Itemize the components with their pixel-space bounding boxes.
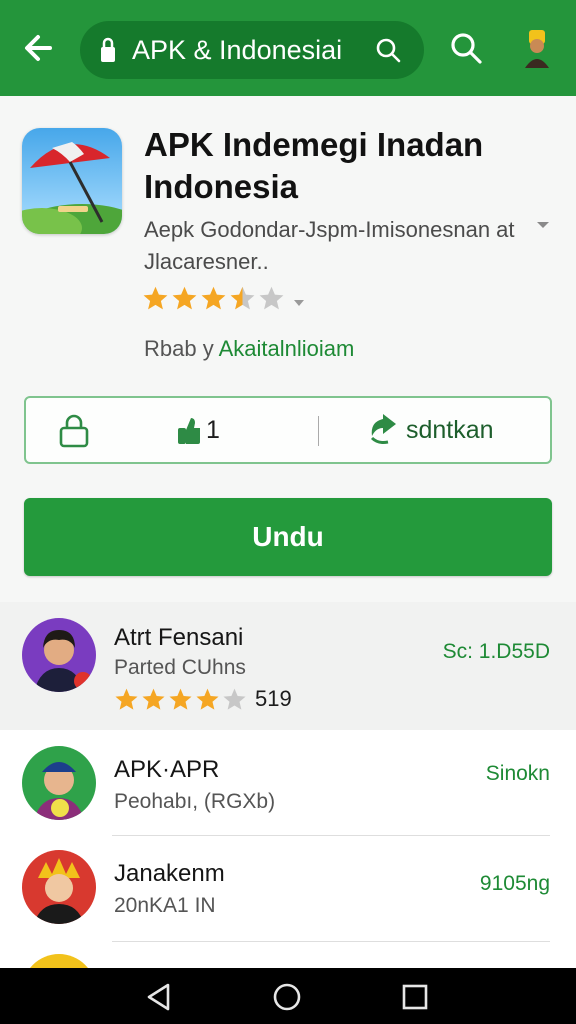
- star-icon: [171, 285, 198, 312]
- share-icon[interactable]: [366, 412, 400, 446]
- person-avatar-icon: [34, 630, 92, 692]
- lock-icon: [101, 37, 115, 62]
- search-bar[interactable]: APK & Indonesiai: [80, 21, 424, 79]
- item-title: Janakenm: [114, 860, 225, 887]
- avatar-icon[interactable]: [520, 28, 554, 70]
- item-meta: Sinokn: [485, 762, 550, 785]
- arrow-left-icon: [25, 35, 52, 61]
- search-icon[interactable]: [374, 36, 402, 64]
- developer-name[interactable]: Aepk Godondar-Jspm-Imisonesnan at Jlacar…: [144, 214, 534, 278]
- item-subtitle: 20nKA1 IN: [114, 894, 216, 917]
- star-icon: [258, 285, 285, 312]
- nav-home-icon[interactable]: [272, 982, 302, 1012]
- star-icon: [168, 687, 193, 712]
- reviewer-subtitle: Parted CUhns: [114, 656, 246, 679]
- info-count: 1: [206, 416, 220, 444]
- avatar: [22, 746, 96, 820]
- chevron-down-icon[interactable]: [536, 220, 550, 230]
- item-title: APK·APR: [114, 756, 220, 783]
- divider: [318, 416, 319, 446]
- share-label[interactable]: sdntkan: [406, 416, 494, 445]
- review-meta: Sc: 1.D55D: [442, 640, 550, 663]
- lock-icon[interactable]: [58, 414, 90, 448]
- person-avatar-icon: [34, 858, 84, 924]
- star-icon: [229, 285, 256, 312]
- app-icon[interactable]: [22, 128, 122, 234]
- review-item[interactable]: Atrt Fensani Parted CUhns 519 Sc: 1.D55D: [0, 602, 576, 730]
- app-list: APK·APR Peohabı, (RGXb) Sinokn Janakenm …: [0, 730, 576, 970]
- review-stars: 519: [114, 686, 292, 712]
- review-count: 519: [255, 686, 292, 711]
- list-item[interactable]: Janakenm 20nKA1 IN 9105ng: [0, 836, 576, 942]
- download-button[interactable]: Undu: [24, 498, 552, 576]
- item-meta: 9105ng: [479, 872, 550, 895]
- nav-recent-icon[interactable]: [402, 984, 428, 1010]
- item-subtitle: Peohabı, (RGXb): [114, 790, 276, 813]
- info-card: 1 sdntkan: [24, 396, 552, 464]
- star-icon: [114, 687, 139, 712]
- nav-back-icon[interactable]: [144, 982, 174, 1012]
- category-line: Rbab y Akaitalnlioiam: [144, 336, 354, 362]
- list-item[interactable]: APK·APR Peohabı, (RGXb) Sinokn: [0, 730, 576, 836]
- category-prefix: Rbab y: [144, 336, 214, 361]
- system-nav-bar: [0, 968, 576, 1024]
- star-icon: [142, 285, 169, 312]
- chevron-down-icon[interactable]: [293, 294, 305, 306]
- list-item[interactable]: [0, 942, 576, 970]
- person-avatar-icon: [34, 762, 84, 820]
- avatar: [22, 618, 96, 692]
- star-icon: [222, 687, 247, 712]
- umbrella-icon: [22, 142, 122, 234]
- back-button[interactable]: [20, 28, 60, 68]
- star-icon: [141, 687, 166, 712]
- thumbs-up-icon: [178, 418, 200, 444]
- app-title: APK Indemegi Inadan Indonesia: [144, 126, 484, 205]
- category-link[interactable]: Akaitalnlioiam: [219, 336, 355, 361]
- search-icon[interactable]: [448, 30, 484, 66]
- reviewer-name: Atrt Fensani: [114, 624, 244, 651]
- rating-stars: [142, 284, 305, 312]
- app-header: APK Indemegi Inadan Indonesia Aepk Godon…: [0, 96, 576, 602]
- star-icon: [195, 687, 220, 712]
- avatar: [22, 850, 96, 924]
- search-query[interactable]: APK & Indonesiai: [132, 35, 342, 66]
- top-app-bar: APK & Indonesiai: [0, 0, 576, 96]
- star-icon: [200, 285, 227, 312]
